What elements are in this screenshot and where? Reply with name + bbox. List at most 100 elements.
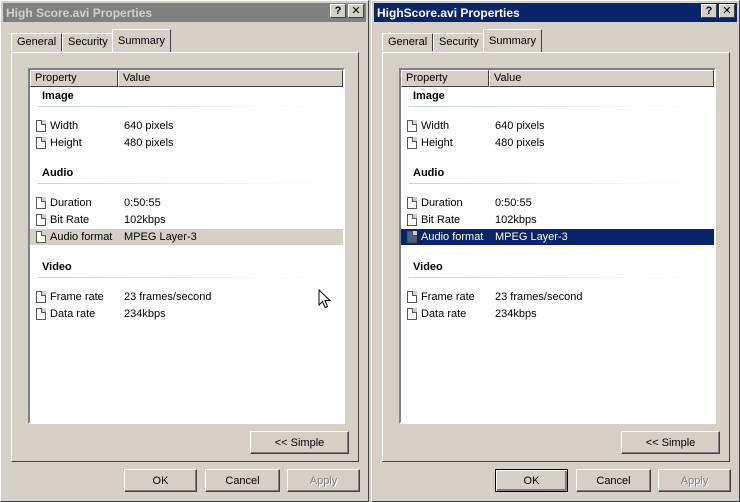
cancel-button[interactable]: Cancel	[576, 469, 651, 492]
document-icon	[407, 197, 417, 209]
list-item[interactable]: Frame rate 23 frames/second	[401, 289, 714, 305]
column-header-property[interactable]: Property	[401, 70, 489, 87]
property-value: 234kbps	[495, 308, 537, 320]
column-header-value[interactable]: Value	[118, 70, 343, 87]
property-name: Audio format	[50, 231, 113, 243]
summary-panel: Property Value Image Width 640 pixels He…	[382, 52, 730, 462]
list-item[interactable]: Frame rate 23 frames/second	[30, 289, 343, 305]
apply-button[interactable]: Apply	[658, 469, 731, 492]
list-header: Property Value	[401, 70, 714, 87]
document-icon	[36, 231, 46, 243]
document-icon	[36, 291, 46, 303]
property-value: 0:50:55	[495, 197, 532, 209]
property-name: Data rate	[50, 308, 96, 320]
close-icon: ✕	[722, 4, 732, 17]
property-list[interactable]: Property Value Image Width 640 pixels He…	[399, 68, 716, 424]
tab-summary[interactable]: Summary	[483, 29, 543, 52]
group-audio: Audio	[413, 167, 445, 179]
group-divider	[409, 183, 694, 184]
property-name: Width	[421, 120, 450, 132]
close-icon: ✕	[351, 4, 361, 17]
document-icon	[407, 291, 417, 303]
property-value: MPEG Layer-3	[124, 231, 197, 243]
ok-button[interactable]: OK	[495, 469, 568, 492]
ok-button[interactable]: OK	[124, 469, 197, 492]
list-item[interactable]: Data rate 234kbps	[401, 306, 714, 322]
property-name: Data rate	[421, 308, 467, 320]
help-button[interactable]: ?	[330, 4, 346, 18]
title-bar[interactable]: High Score.avi Properties	[3, 3, 366, 22]
list-item[interactable]: Height 480 pixels	[30, 135, 343, 151]
mouse-pointer-icon	[318, 289, 332, 309]
list-item-selected[interactable]: Audio format MPEG Layer-3	[30, 229, 343, 245]
property-value: 480 pixels	[495, 137, 545, 149]
column-header-value[interactable]: Value	[489, 70, 714, 87]
property-value: 0:50:55	[124, 197, 161, 209]
property-list[interactable]: Property Value Image Width 640 pixels He…	[28, 68, 345, 424]
list-item[interactable]: Duration 0:50:55	[30, 195, 343, 211]
cancel-button[interactable]: Cancel	[205, 469, 280, 492]
document-icon	[407, 120, 417, 132]
document-icon	[36, 197, 46, 209]
tab-general[interactable]: General	[382, 33, 434, 51]
group-divider	[38, 106, 323, 107]
document-icon	[36, 137, 46, 149]
list-item[interactable]: Width 640 pixels	[401, 118, 714, 134]
group-video: Video	[42, 261, 72, 273]
property-value: 102kbps	[124, 214, 166, 226]
list-header: Property Value	[30, 70, 343, 87]
properties-window-right: HighScore.avi Properties ? ✕ General Sec…	[371, 0, 740, 502]
list-item[interactable]: Bit Rate 102kbps	[30, 212, 343, 228]
simple-button[interactable]: << Simple	[250, 431, 349, 454]
group-divider	[38, 277, 323, 278]
property-value: 480 pixels	[124, 137, 174, 149]
property-value: 640 pixels	[124, 120, 174, 132]
window-title: High Score.avi Properties	[6, 5, 153, 20]
property-name: Height	[421, 137, 453, 149]
list-item[interactable]: Duration 0:50:55	[401, 195, 714, 211]
tab-security[interactable]: Security	[62, 33, 114, 51]
property-name: Audio format	[417, 231, 495, 243]
group-divider	[38, 183, 323, 184]
property-name: Width	[50, 120, 79, 132]
document-icon	[407, 137, 417, 149]
list-item-selected[interactable]: Audio format MPEG Layer-3	[401, 229, 714, 245]
tab-security[interactable]: Security	[433, 33, 485, 51]
document-icon	[36, 120, 46, 132]
simple-button[interactable]: << Simple	[621, 431, 720, 454]
property-name: Duration	[421, 197, 463, 209]
help-button[interactable]: ?	[701, 4, 717, 18]
close-button[interactable]: ✕	[348, 4, 364, 18]
list-item[interactable]: Width 640 pixels	[30, 118, 343, 134]
document-icon	[407, 231, 417, 243]
property-value: 234kbps	[124, 308, 166, 320]
property-value: 640 pixels	[495, 120, 545, 132]
property-name: Frame rate	[421, 291, 475, 303]
column-header-property[interactable]: Property	[30, 70, 118, 87]
properties-window-left: High Score.avi Properties ? ✕ General Se…	[0, 0, 369, 502]
property-name: Bit Rate	[421, 214, 461, 226]
property-name: Frame rate	[50, 291, 104, 303]
document-icon	[407, 214, 417, 226]
property-value: MPEG Layer-3	[495, 231, 568, 243]
group-divider	[409, 277, 694, 278]
group-image: Image	[413, 90, 445, 102]
summary-panel: Property Value Image Width 640 pixels He…	[11, 52, 359, 462]
window-title: HighScore.avi Properties	[377, 5, 520, 20]
list-item[interactable]: Bit Rate 102kbps	[401, 212, 714, 228]
property-value: 102kbps	[495, 214, 537, 226]
tab-summary[interactable]: Summary	[112, 29, 172, 52]
title-bar[interactable]: HighScore.avi Properties	[374, 3, 737, 22]
document-icon	[407, 308, 417, 320]
tab-general[interactable]: General	[11, 33, 63, 51]
help-icon: ?	[334, 4, 342, 17]
apply-button[interactable]: Apply	[287, 469, 360, 492]
close-button[interactable]: ✕	[719, 4, 735, 18]
list-item[interactable]: Data rate 234kbps	[30, 306, 343, 322]
property-name: Height	[50, 137, 82, 149]
help-icon: ?	[705, 4, 713, 17]
group-audio: Audio	[42, 167, 74, 179]
list-item[interactable]: Height 480 pixels	[401, 135, 714, 151]
document-icon	[36, 214, 46, 226]
property-name: Bit Rate	[50, 214, 90, 226]
